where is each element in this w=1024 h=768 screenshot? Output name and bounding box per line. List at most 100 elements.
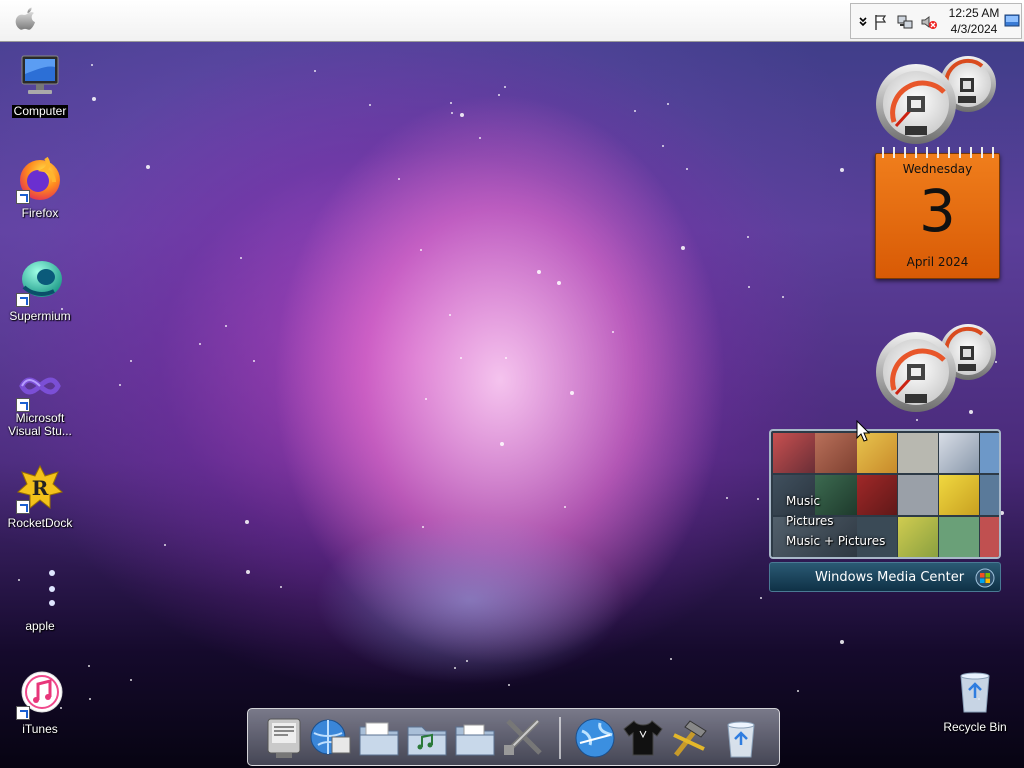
star-dot <box>88 665 90 667</box>
star-dot <box>253 360 255 362</box>
star-dot <box>479 137 481 139</box>
media-center-menu-pictures[interactable]: Pictures <box>786 514 834 528</box>
visual-studio-icon <box>16 362 64 412</box>
rocketdock-icon: R <box>16 464 64 514</box>
star-dot <box>504 86 506 88</box>
star-dot <box>164 544 166 546</box>
calendar-weekday: Wednesday <box>902 162 973 176</box>
clock-date[interactable]: 4/3/2024 <box>948 22 1000 36</box>
star-dot <box>449 314 451 316</box>
media-center-title: Windows Media Center <box>815 570 965 585</box>
star-dot <box>92 97 96 101</box>
desktop-icon-supermium[interactable]: Supermium <box>0 257 80 324</box>
shortcut-arrow-icon <box>16 293 30 307</box>
star-dot <box>726 497 728 499</box>
calendar-gadget[interactable]: Wednesday 3 April 2024 <box>875 144 1000 279</box>
hammer-tools-icon[interactable] <box>668 715 714 761</box>
star-dot <box>450 102 452 104</box>
star-dot <box>686 168 688 170</box>
calendar-binding-rings <box>875 144 1000 160</box>
dock-bar <box>247 708 780 766</box>
pictures-folder-icon[interactable] <box>452 715 498 761</box>
star-dot <box>454 667 456 669</box>
network-icon[interactable] <box>896 13 914 31</box>
internet-globe-icon[interactable] <box>572 715 618 761</box>
star-dot <box>667 103 669 105</box>
star-dot <box>420 249 422 251</box>
star-dot <box>505 357 507 359</box>
star-dot <box>225 325 227 327</box>
star-dot <box>797 690 799 692</box>
star-dot <box>119 384 121 386</box>
media-center-gadget[interactable]: Music Pictures Music + Pictures Windows … <box>769 429 1001 593</box>
star-dot <box>757 498 759 500</box>
trash-icon[interactable] <box>718 715 764 761</box>
calendar-page: Wednesday 3 April 2024 <box>875 153 1000 279</box>
show-desktop-icon[interactable] <box>1004 13 1020 29</box>
action-center-flag-icon[interactable] <box>872 13 890 31</box>
media-center-title-bar[interactable]: Windows Media Center <box>769 562 1001 592</box>
system-tray: 12:25 AM 4/3/2024 <box>850 3 1022 39</box>
utilities-icon[interactable] <box>500 715 546 761</box>
star-dot <box>246 570 250 574</box>
star-dot <box>612 331 614 333</box>
desktop-icon-recycle-bin[interactable]: Recycle Bin <box>935 668 1015 735</box>
star-dot <box>451 112 453 114</box>
desktop-icon-apple[interactable]: apple <box>0 567 80 634</box>
desktop-icon-itunes[interactable]: iTunes <box>0 670 80 737</box>
media-center-menu-music-pictures[interactable]: Music + Pictures <box>786 534 885 548</box>
star-dot <box>199 343 201 345</box>
star-dot <box>146 165 150 169</box>
star-dot <box>398 178 400 180</box>
cpu-meter-gadget[interactable] <box>874 54 1004 144</box>
desktop-icon-label: RocketDock <box>7 516 73 530</box>
shortcut-arrow-icon <box>16 398 30 412</box>
star-dot <box>557 281 561 285</box>
desktop-icon-label: Recycle Bin <box>943 720 1007 734</box>
star-dot <box>130 679 132 681</box>
star-dot <box>782 296 784 298</box>
dock-separator <box>559 717 561 759</box>
shortcut-arrow-icon <box>16 500 30 514</box>
star-dot <box>369 104 371 106</box>
desktop-icon-firefox[interactable]: Firefox <box>0 154 80 221</box>
apple-logo-icon[interactable] <box>14 5 40 35</box>
star-dot <box>280 586 282 588</box>
calendar-month-year: April 2024 <box>906 255 969 269</box>
desktop-icon-computer[interactable]: Computer <box>0 52 80 119</box>
calendar-day-number: 3 <box>919 177 956 245</box>
star-dot <box>916 419 918 421</box>
shirt-icon[interactable] <box>620 715 666 761</box>
star-dot <box>508 684 510 686</box>
computer-monitor-icon <box>16 52 64 100</box>
desktop-icon-rocketdock[interactable]: R RocketDock <box>0 464 80 531</box>
documents-folder-icon[interactable] <box>356 715 402 761</box>
desktop-wallpaper <box>0 0 1024 768</box>
star-dot <box>840 640 844 644</box>
star-dot <box>245 520 249 524</box>
desktop-icon-label: Computer <box>11 104 69 118</box>
desktop-icon-label: Firefox <box>21 206 59 220</box>
chevron-down-icon[interactable] <box>854 13 872 31</box>
star-dot <box>460 357 462 359</box>
desktop-icon-label: Microsoft Visual Stu... <box>8 411 72 438</box>
music-folder-icon[interactable] <box>404 715 450 761</box>
star-dot <box>760 597 762 599</box>
star-dot <box>91 64 93 66</box>
desktop-icon-visual-studio[interactable]: Microsoft Visual Stu... <box>0 362 80 439</box>
supermium-icon <box>16 257 64 307</box>
star-dot <box>425 398 427 400</box>
volume-muted-icon[interactable] <box>920 13 938 31</box>
network-icon[interactable] <box>308 715 354 761</box>
windows-orb-icon <box>975 568 995 588</box>
cpu-meter-gadget-2[interactable] <box>874 322 1004 412</box>
svg-text:R: R <box>32 476 49 500</box>
star-dot <box>130 360 132 362</box>
desktop-icon-label: iTunes <box>22 722 58 736</box>
firefox-icon <box>16 154 64 204</box>
system-preferences-icon[interactable] <box>262 715 308 761</box>
clock-time[interactable]: 12:25 AM <box>948 6 1000 20</box>
recycle-bin-icon <box>951 668 999 716</box>
star-dot <box>747 236 749 238</box>
media-center-menu-music[interactable]: Music <box>786 494 820 508</box>
